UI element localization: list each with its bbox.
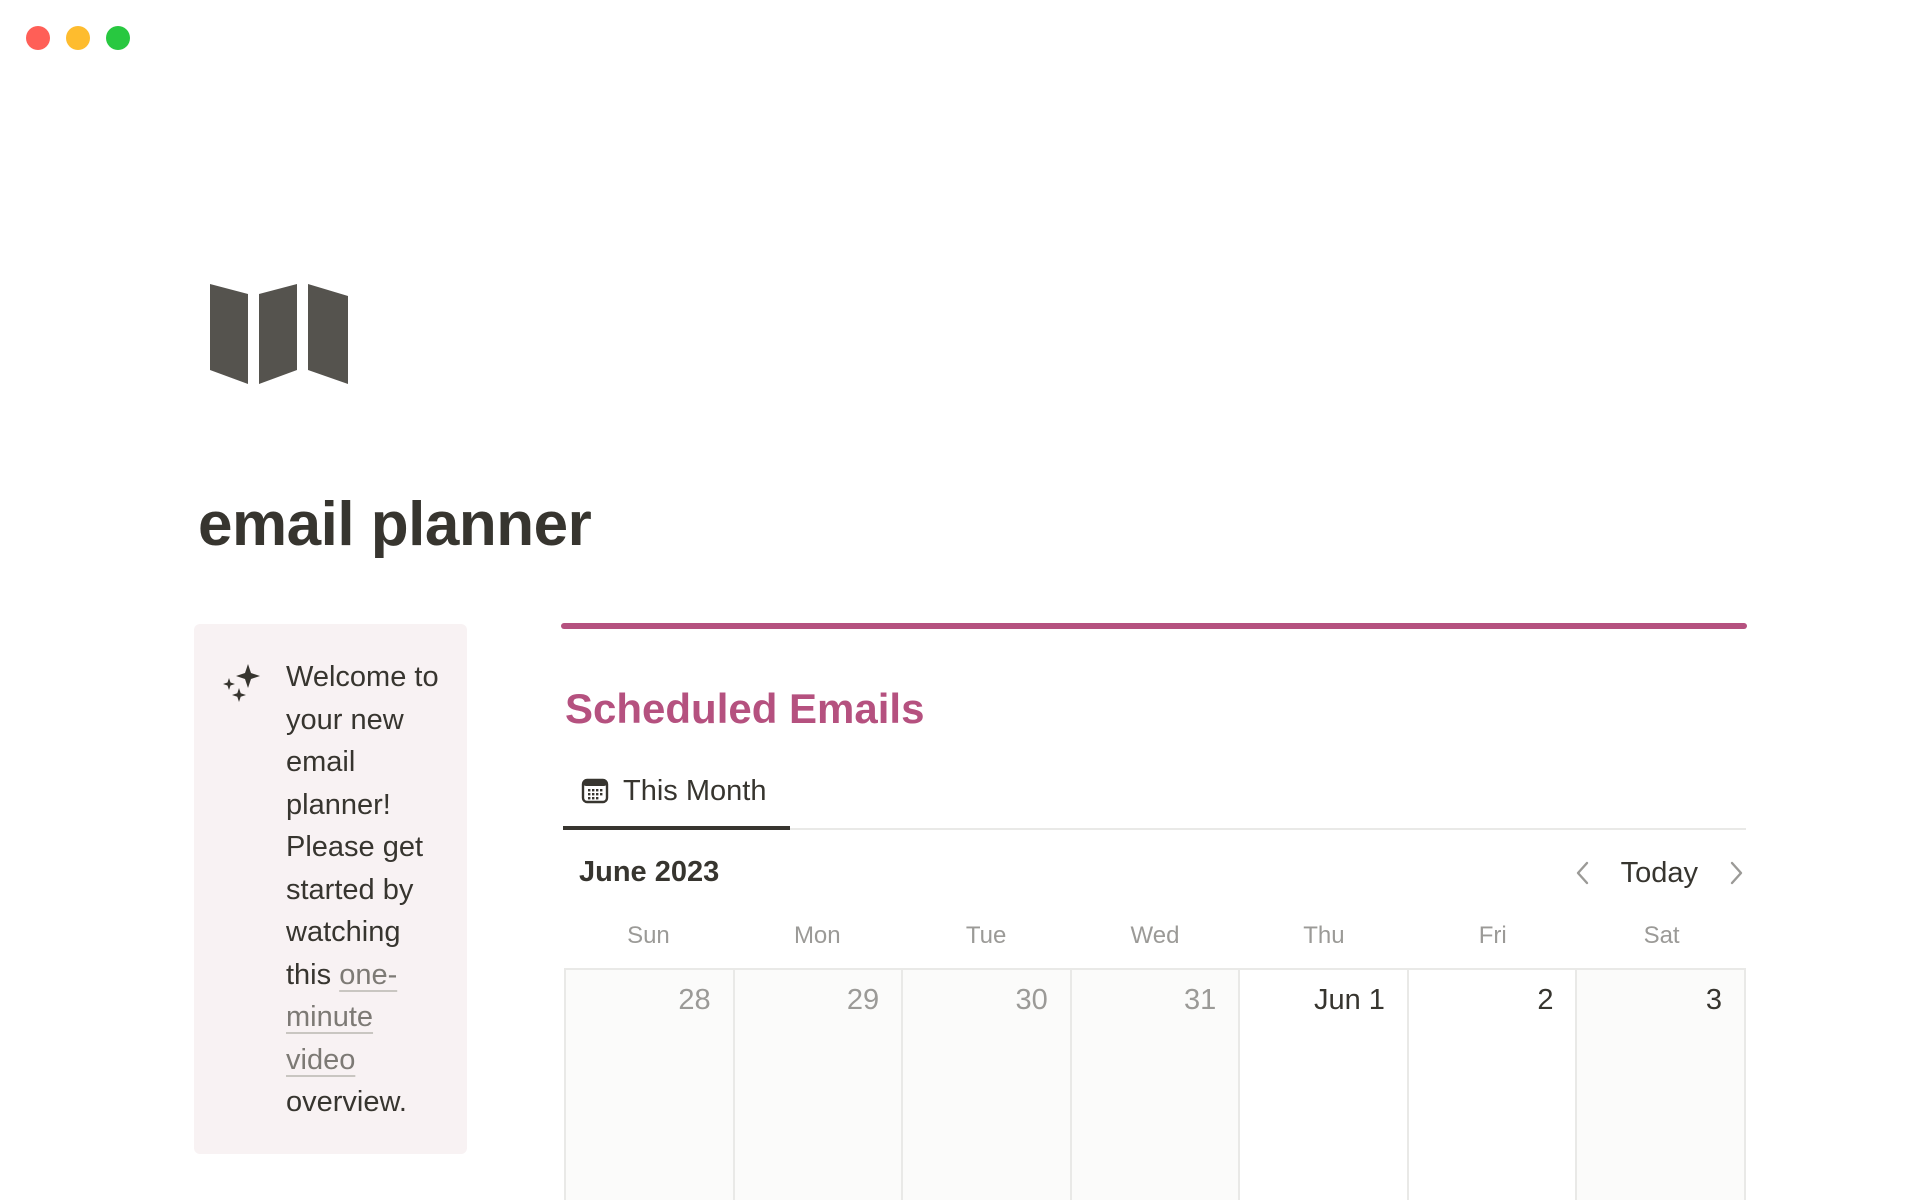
day-number: 3 bbox=[1705, 984, 1723, 1016]
month-label: June 2023 bbox=[579, 856, 720, 888]
day-number: 31 bbox=[1184, 984, 1217, 1016]
view-tabs: This Month bbox=[563, 760, 1746, 830]
calendar-grid: 28 29 30 31 Jun 1 2 3 bbox=[564, 968, 1747, 1200]
weekday-label: Mon bbox=[793, 922, 841, 949]
calendar-icon bbox=[581, 778, 609, 804]
calendar-day-cell[interactable]: 3 bbox=[1577, 970, 1747, 1200]
tab-this-month[interactable]: This Month bbox=[563, 760, 790, 830]
sparkles-icon bbox=[223, 664, 260, 702]
chevron-left-icon bbox=[1576, 861, 1588, 885]
day-number: 30 bbox=[1015, 984, 1048, 1016]
day-number: 29 bbox=[846, 984, 880, 1016]
callout-text: Welcome to your new email planner! Pleas… bbox=[286, 656, 446, 1124]
close-window-button[interactable] bbox=[26, 26, 50, 50]
maximize-window-button[interactable] bbox=[106, 26, 130, 50]
calendar-navigation: Today bbox=[1567, 852, 1752, 894]
next-month-button[interactable] bbox=[1720, 857, 1752, 889]
calendar-day-cell[interactable]: 30 bbox=[903, 970, 1072, 1200]
window-controls bbox=[26, 26, 130, 50]
weekday-label: Sun bbox=[627, 922, 670, 949]
callout-text-outro: overview. bbox=[286, 1086, 407, 1118]
weekday-label: Wed bbox=[1130, 922, 1180, 949]
weekday-label: Sat bbox=[1643, 922, 1680, 949]
tab-label: This Month bbox=[623, 774, 767, 807]
map-icon[interactable] bbox=[208, 282, 350, 386]
weekday-label: Fri bbox=[1478, 922, 1507, 949]
weekday-label: Tue bbox=[965, 922, 1007, 949]
chevron-right-icon bbox=[1730, 861, 1743, 885]
calendar-day-cell[interactable]: 28 bbox=[566, 970, 735, 1200]
callout-text-intro: Welcome to your new email planner! Pleas… bbox=[286, 661, 439, 991]
page-title[interactable]: email planner bbox=[198, 494, 592, 556]
previous-month-button[interactable] bbox=[1567, 857, 1599, 889]
calendar-day-cell[interactable]: Jun 1 bbox=[1240, 970, 1409, 1200]
calendar-day-cell[interactable]: 31 bbox=[1071, 970, 1241, 1200]
calendar-day-cell[interactable]: 29 bbox=[734, 970, 904, 1200]
day-number: Jun 1 bbox=[1313, 984, 1385, 1016]
weekday-label: Thu bbox=[1303, 922, 1345, 949]
section-divider bbox=[561, 623, 1747, 629]
welcome-callout: Welcome to your new email planner! Pleas… bbox=[194, 624, 467, 1154]
section-title: Scheduled Emails bbox=[565, 685, 925, 732]
minimize-window-button[interactable] bbox=[66, 26, 90, 50]
day-number: 2 bbox=[1537, 984, 1554, 1016]
day-number: 28 bbox=[678, 984, 711, 1016]
notion-page: email planner Welcome to your new email … bbox=[0, 0, 1920, 1200]
weekday-header: Sun Mon Tue Wed Thu Fri Sat bbox=[564, 922, 1746, 950]
today-button[interactable]: Today bbox=[1621, 857, 1698, 890]
calendar-day-cell[interactable]: 2 bbox=[1409, 970, 1578, 1200]
